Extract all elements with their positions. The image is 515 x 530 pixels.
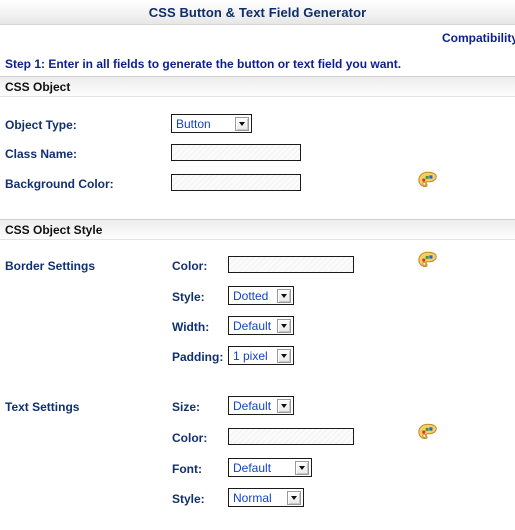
compatibility-link[interactable]: Compatibility <box>442 31 515 45</box>
label-background-color: Background Color: <box>5 177 114 191</box>
chevron-down-icon[interactable] <box>277 318 292 333</box>
palette-icon-background-color[interactable] <box>417 171 439 191</box>
chevron-down-icon[interactable] <box>277 348 291 363</box>
chevron-down-icon[interactable] <box>295 460 309 475</box>
select-border-padding[interactable]: 1 pixel <box>228 346 294 365</box>
label-border-width: Width: <box>172 320 210 334</box>
section-header-css-object: CSS Object <box>0 76 515 97</box>
css-object-fields: Object Type: Button Class Name: Backgrou… <box>0 97 515 219</box>
label-class-name: Class Name: <box>5 147 78 161</box>
compatibility-row: Compatibility <box>0 25 515 51</box>
palette-icon-text-color[interactable] <box>417 423 439 443</box>
palette-icon-border-color[interactable] <box>417 251 439 271</box>
select-text-style[interactable]: Normal <box>228 488 304 507</box>
window-titlebar: CSS Button & Text Field Generator <box>0 0 515 25</box>
input-background-color[interactable] <box>171 174 301 191</box>
label-border-padding: Padding: <box>172 350 224 364</box>
label-text-settings: Text Settings <box>5 400 80 414</box>
section-title: CSS Object Style <box>5 222 103 237</box>
page-title: CSS Button & Text Field Generator <box>148 4 367 20</box>
app-page: CSS Button & Text Field Generator Compat… <box>0 0 515 520</box>
label-border-color: Color: <box>172 259 208 273</box>
css-object-style-fields: Border Settings Color: Style: Dotted Wid… <box>0 240 515 530</box>
select-border-width[interactable]: Default <box>228 316 294 335</box>
select-text-font[interactable]: Default <box>228 458 312 477</box>
input-border-color[interactable] <box>228 256 354 273</box>
label-text-font: Font: <box>172 462 202 476</box>
select-border-style[interactable]: Dotted <box>228 286 294 305</box>
chevron-down-icon[interactable] <box>287 490 301 505</box>
section-header-css-object-style: CSS Object Style <box>0 219 515 240</box>
step-instruction-text: Step 1: Enter in all fields to generate … <box>5 56 402 71</box>
select-text-size[interactable]: Default <box>228 396 294 415</box>
label-text-color: Color: <box>172 431 208 445</box>
input-text-color[interactable] <box>228 428 354 445</box>
label-text-size: Size: <box>172 400 201 414</box>
label-border-settings: Border Settings <box>5 259 96 273</box>
input-class-name[interactable] <box>171 144 301 161</box>
section-title: CSS Object <box>5 79 71 94</box>
step-instruction-row: Step 1: Enter in all fields to generate … <box>0 51 515 76</box>
chevron-down-icon[interactable] <box>235 116 249 131</box>
label-object-type: Object Type: <box>5 118 77 132</box>
chevron-down-icon[interactable] <box>277 288 291 303</box>
chevron-down-icon[interactable] <box>277 398 292 413</box>
label-text-style: Style: <box>172 492 205 506</box>
select-object-type[interactable]: Button <box>171 114 252 133</box>
label-border-style: Style: <box>172 290 205 304</box>
